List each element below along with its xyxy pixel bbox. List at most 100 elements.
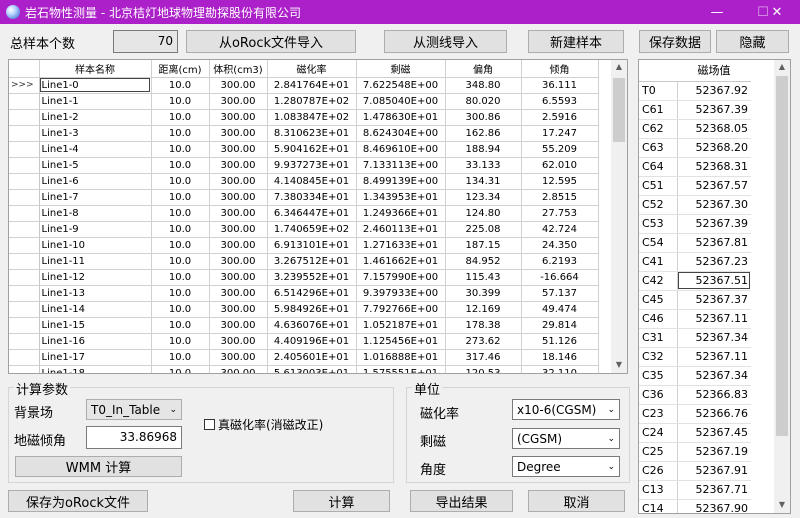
mag-row[interactable]: C61 52367.39	[639, 100, 751, 120]
remanence-cell[interactable]: 8.624304E+00	[356, 125, 446, 142]
susceptibility-cell[interactable]: 1.740659E+02	[267, 221, 357, 238]
remanence-cell[interactable]: 7.157990E+00	[356, 269, 446, 286]
import-line-button[interactable]: 从测线导入	[384, 30, 507, 53]
distance-cell[interactable]: 10.0	[151, 269, 210, 286]
declination-cell[interactable]: 123.34	[445, 189, 522, 206]
mag-row[interactable]: C46 52367.11	[639, 309, 751, 329]
mag-row[interactable]: C54 52367.81	[639, 233, 751, 253]
table-row[interactable]: Line1-12 10.0 300.00 3.239552E+01 7.157990E+…	[9, 269, 599, 286]
susceptibility-cell[interactable]: 6.514296E+01	[267, 285, 357, 302]
column-header-name[interactable]: 样本名称	[39, 60, 152, 78]
import-orock-button[interactable]: 从oRock文件导入	[186, 30, 356, 53]
table-row[interactable]: Line1-5 10.0 300.00 9.937273E+01 7.133113E+0…	[9, 157, 599, 174]
table-row[interactable]: Line1-9 10.0 300.00 1.740659E+02 2.460113E+0…	[9, 221, 599, 238]
mag-row[interactable]: C51 52367.57	[639, 176, 751, 196]
remanence-cell[interactable]: 8.499139E+00	[356, 173, 446, 190]
hide-button[interactable]: 隐藏	[716, 30, 789, 53]
row-indicator[interactable]	[9, 173, 40, 190]
field-value-cell[interactable]: 52367.34	[676, 366, 751, 386]
declination-cell[interactable]: 134.31	[445, 173, 522, 190]
remanence-cell[interactable]: 8.469610E+00	[356, 141, 446, 158]
row-indicator[interactable]	[9, 109, 40, 126]
remanence-cell[interactable]: 9.397933E+00	[356, 285, 446, 302]
declination-cell[interactable]: 317.46	[445, 349, 522, 366]
inclination-cell[interactable]: 62.010	[521, 157, 599, 174]
table-row[interactable]: Line1-2 10.0 300.00 1.083847E+02 1.478630E+0…	[9, 109, 599, 126]
field-value-cell[interactable]: 52367.71	[676, 480, 751, 500]
remanence-cell[interactable]: 2.460113E+01	[356, 221, 446, 238]
scroll-up-arrow-icon[interactable]: ▲	[774, 62, 790, 71]
row-indicator[interactable]	[9, 333, 40, 350]
remanence-cell[interactable]: 7.085040E+00	[356, 93, 446, 110]
mag-row[interactable]: C52 52367.30	[639, 195, 751, 215]
field-value-cell[interactable]: 52367.81	[676, 233, 751, 253]
susceptibility-cell[interactable]: 2.405601E+01	[267, 349, 357, 366]
mag-table-scrollbar[interactable]: ▲ ▼	[774, 60, 790, 513]
row-indicator[interactable]	[9, 253, 40, 270]
distance-cell[interactable]: 10.0	[151, 157, 210, 174]
row-indicator[interactable]	[9, 205, 40, 222]
background-field-select[interactable]: T0_In_Table ⌄	[86, 399, 182, 420]
field-value-cell[interactable]: 52367.39	[676, 214, 751, 234]
row-indicator[interactable]	[9, 269, 40, 286]
declination-cell[interactable]: 115.43	[445, 269, 522, 286]
declination-cell[interactable]: 80.020	[445, 93, 522, 110]
row-indicator[interactable]: >>>	[9, 77, 40, 94]
inclination-cell[interactable]: 17.247	[521, 125, 599, 142]
volume-cell[interactable]: 300.00	[209, 237, 268, 254]
sample-name-cell[interactable]: Line1-7	[39, 189, 152, 206]
field-value-cell[interactable]: 52367.51	[676, 271, 751, 291]
field-value-cell[interactable]: 52368.31	[676, 157, 751, 177]
declination-cell[interactable]: 84.952	[445, 253, 522, 270]
table-row[interactable]: >>> Line1-0 10.0 300.00 2.841764E+01 7.622548…	[9, 77, 599, 94]
field-value-cell[interactable]: 52367.45	[676, 423, 751, 443]
table-row[interactable]: Line1-13 10.0 300.00 6.514296E+01 9.397933E+…	[9, 285, 599, 302]
inclination-cell[interactable]: 36.111	[521, 77, 599, 94]
mag-row[interactable]: C62 52368.05	[639, 119, 751, 139]
table-row[interactable]: Line1-15 10.0 300.00 4.636076E+01 1.052187E+…	[9, 317, 599, 334]
inclination-cell[interactable]: -16.664	[521, 269, 599, 286]
volume-cell[interactable]: 300.00	[209, 173, 268, 190]
declination-cell[interactable]: 30.399	[445, 285, 522, 302]
sample-name-cell[interactable]: Line1-12	[39, 269, 152, 286]
susceptibility-cell[interactable]: 4.409196E+01	[267, 333, 357, 350]
inclination-cell[interactable]: 49.474	[521, 301, 599, 318]
field-value-cell[interactable]: 52367.34	[676, 328, 751, 348]
sample-name-cell[interactable]: Line1-10	[39, 237, 152, 254]
susceptibility-cell[interactable]: 6.913101E+01	[267, 237, 357, 254]
sample-name-cell[interactable]: Line1-0	[39, 77, 152, 94]
field-value-cell[interactable]: 52367.30	[676, 195, 751, 215]
sample-name-cell[interactable]: Line1-9	[39, 221, 152, 238]
field-value-cell[interactable]: 52368.20	[676, 138, 751, 158]
field-value-cell[interactable]: 52367.90	[676, 499, 751, 513]
mag-value-header[interactable]: 磁场值	[677, 60, 751, 82]
row-indicator[interactable]	[9, 141, 40, 158]
susceptibility-cell[interactable]: 6.346447E+01	[267, 205, 357, 222]
table-row[interactable]: Line1-14 10.0 300.00 5.984926E+01 7.792766E+…	[9, 301, 599, 318]
table-row[interactable]: Line1-1 10.0 300.00 1.280787E+02 7.085040E+0…	[9, 93, 599, 110]
sample-table-scrollbar[interactable]: ▲ ▼	[611, 60, 627, 373]
susceptibility-cell[interactable]: 4.636076E+01	[267, 317, 357, 334]
susceptibility-cell[interactable]: 5.984926E+01	[267, 301, 357, 318]
scroll-down-arrow-icon[interactable]: ▼	[611, 360, 627, 369]
field-value-cell[interactable]: 52367.37	[676, 290, 751, 310]
table-row[interactable]: Line1-17 10.0 300.00 2.405601E+01 1.016888E+…	[9, 349, 599, 366]
table-row[interactable]: Line1-16 10.0 300.00 4.409196E+01 1.125456E+…	[9, 333, 599, 350]
volume-cell[interactable]: 300.00	[209, 221, 268, 238]
sample-name-cell[interactable]: Line1-18	[39, 365, 152, 373]
angle-unit-select[interactable]: Degree ⌄	[512, 456, 620, 477]
sample-name-cell[interactable]: Line1-14	[39, 301, 152, 318]
susceptibility-cell[interactable]: 7.380334E+01	[267, 189, 357, 206]
table-row[interactable]: Line1-18 10.0 300.00 5.613003E+01 1.575551E+…	[9, 365, 599, 373]
volume-cell[interactable]: 300.00	[209, 253, 268, 270]
mag-row[interactable]: C35 52367.34	[639, 366, 751, 386]
remanence-cell[interactable]: 1.343953E+01	[356, 189, 446, 206]
mag-row[interactable]: C41 52367.23	[639, 252, 751, 272]
distance-cell[interactable]: 10.0	[151, 237, 210, 254]
column-header-remanence[interactable]: 剩磁	[356, 60, 446, 78]
susceptibility-cell[interactable]: 4.140845E+01	[267, 173, 357, 190]
mag-row[interactable]: C23 52366.76	[639, 404, 751, 424]
distance-cell[interactable]: 10.0	[151, 141, 210, 158]
sample-name-cell[interactable]: Line1-1	[39, 93, 152, 110]
susceptibility-cell[interactable]: 5.904162E+01	[267, 141, 357, 158]
